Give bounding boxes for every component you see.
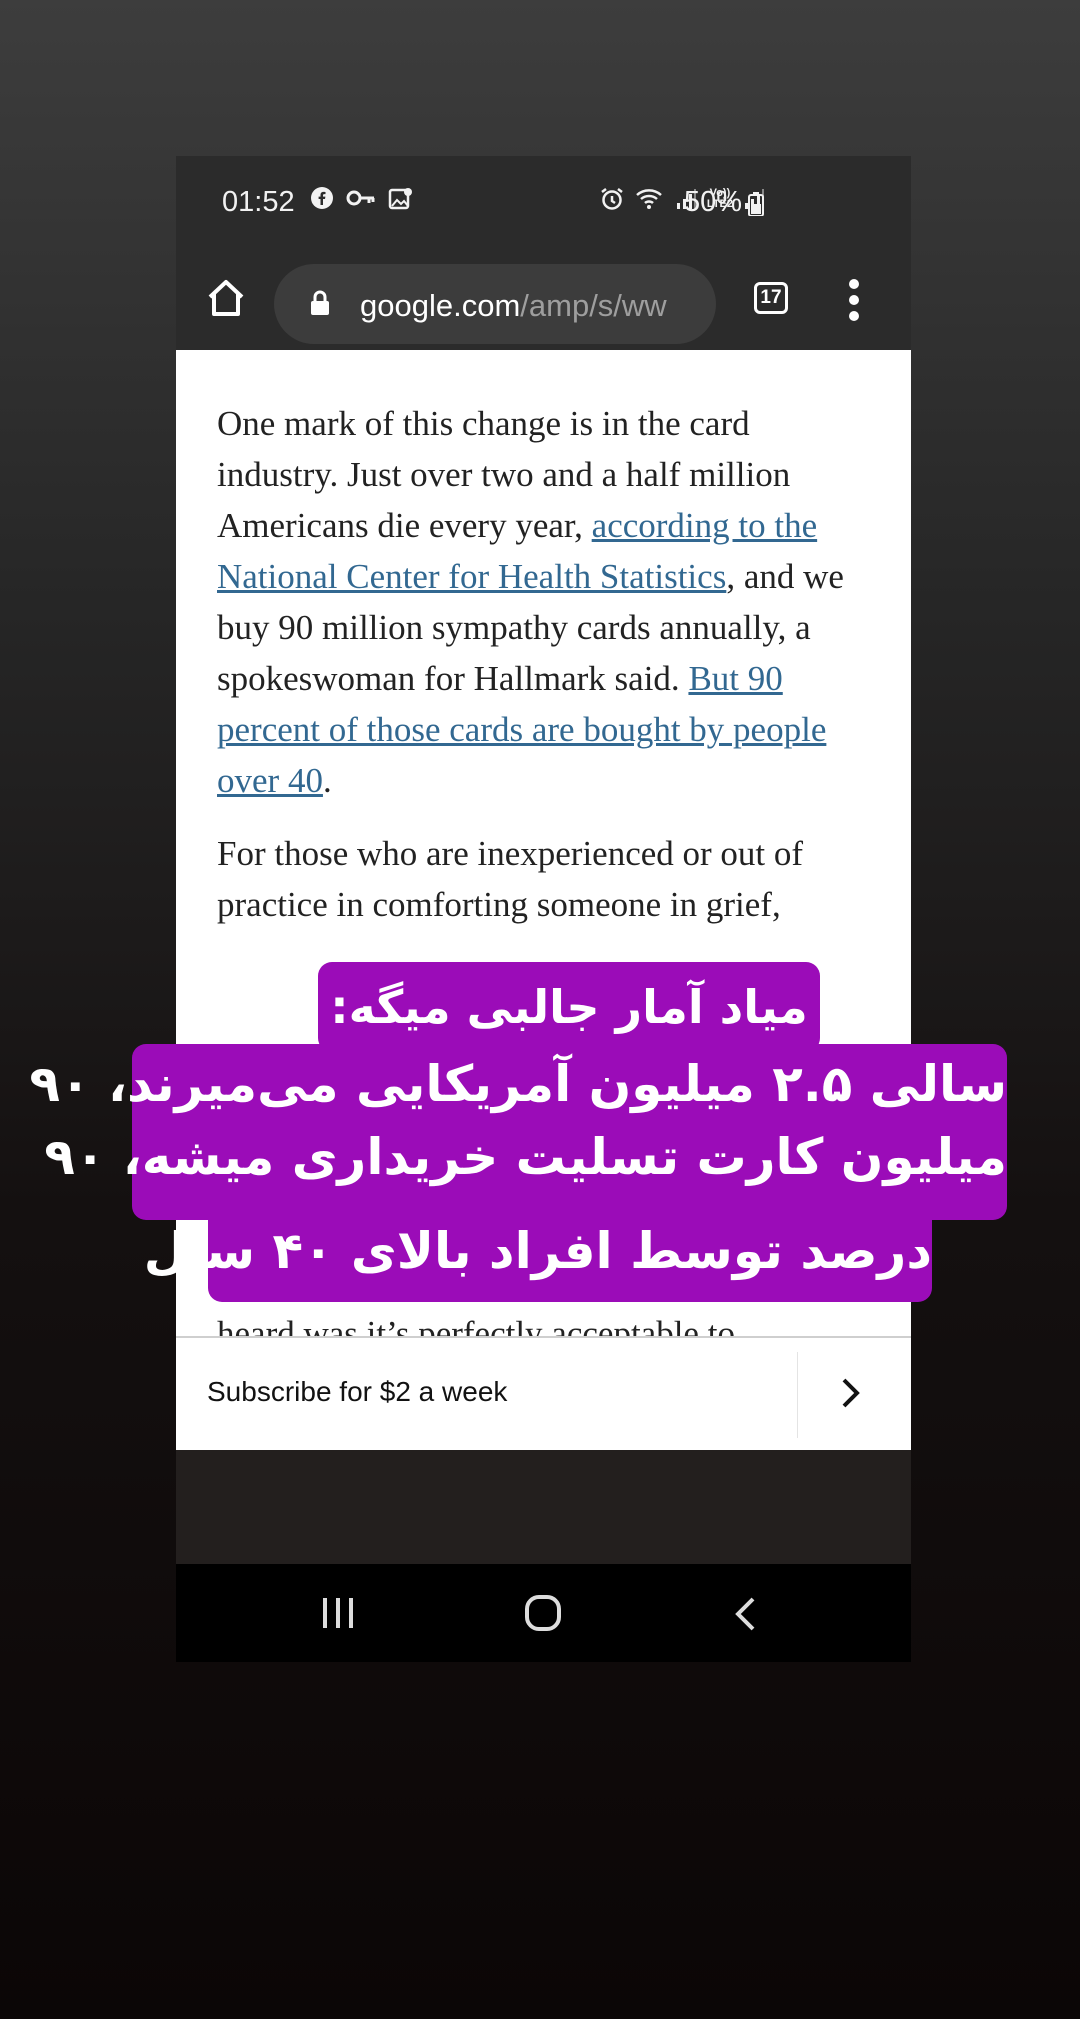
tab-switcher-button[interactable]: 17 [754,282,788,314]
divider [797,1352,798,1438]
alarm-icon [601,188,623,210]
status-time: 01:52 [222,186,295,218]
chevron-right-icon[interactable] [836,1376,864,1410]
article-text: . [322,761,332,800]
key-icon [346,190,375,206]
url-path: /amp/s/ww [520,288,667,323]
back-icon[interactable] [733,1596,757,1632]
facebook-icon [311,187,333,209]
page-bottom-area [176,1450,911,1564]
address-bar[interactable]: google.com/amp/s/ww [274,264,716,344]
status-bar: 01:52 Vo)) LTE2 50% [176,156,911,248]
subscribe-label: Subscribe for $2 a week [207,1376,508,1407]
home-icon[interactable] [204,276,248,320]
phone-screen: 01:52 Vo)) LTE2 50% google.com/amp/s/ww … [176,156,911,1706]
home-nav-icon[interactable] [524,1594,562,1632]
battery-icon [748,192,764,216]
battery-percent: 50% [684,186,743,218]
article-body: One mark of this change is in the card i… [217,398,877,952]
article-paragraph: One mark of this change is in the card i… [217,398,877,806]
url-text: google.com/amp/s/ww [360,288,667,324]
lock-icon [311,290,329,315]
system-navigation-bar [176,1564,911,1662]
wifi-icon [636,189,662,209]
url-domain: google.com [360,288,521,323]
more-menu-icon[interactable] [848,278,860,322]
notification-icons [310,186,414,212]
article-text: For those who are inexperienced or out o… [217,834,804,924]
gallery-icon [388,188,412,210]
browser-toolbar: google.com/amp/s/ww 17 [176,248,911,350]
article-paragraph: For those who are inexperienced or out o… [217,828,877,930]
recent-apps-icon[interactable] [320,1596,356,1630]
subscribe-banner[interactable]: Subscribe for $2 a week [176,1336,911,1450]
web-page[interactable]: One mark of this change is in the card i… [176,350,911,1382]
